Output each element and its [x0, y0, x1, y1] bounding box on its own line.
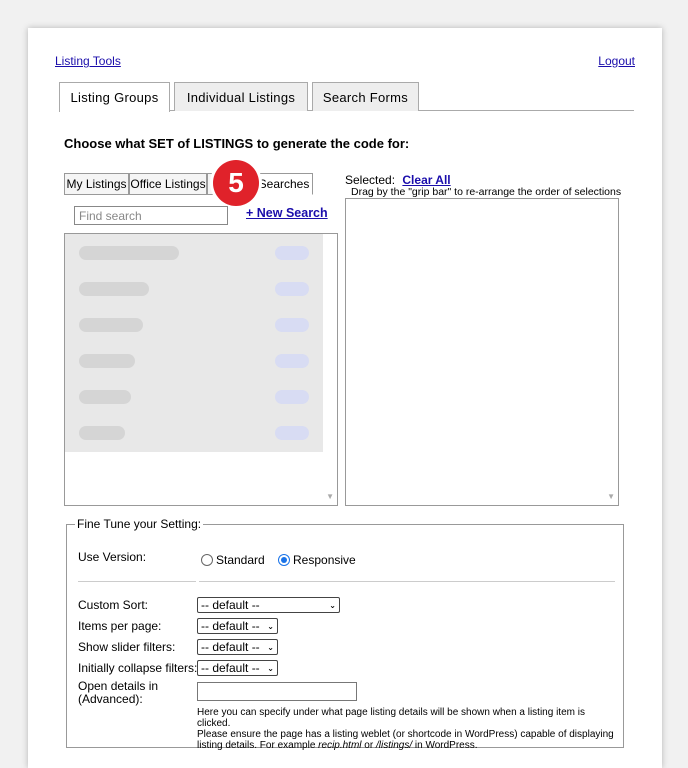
fine-tune-fieldset: Fine Tune your Setting: Use Version: Sta…: [66, 517, 624, 751]
tab-searches[interactable]: Searches: [255, 173, 313, 195]
standard-label: Standard: [216, 553, 265, 567]
radio-circle-icon: [201, 554, 213, 566]
tab-office-listings[interactable]: Office Listings: [129, 173, 207, 195]
list-item-badge: [275, 282, 309, 296]
divider: [199, 581, 615, 582]
searches-list[interactable]: ▼: [64, 233, 338, 506]
open-details-help: Here you can specify under what page lis…: [197, 707, 617, 751]
standard-radio[interactable]: Standard: [201, 553, 265, 567]
page-heading: Choose what SET of LISTINGS to generate …: [64, 136, 410, 151]
new-search-link[interactable]: + New Search: [246, 206, 328, 220]
items-per-page-label: Items per page:: [78, 619, 162, 633]
responsive-radio[interactable]: Responsive: [278, 553, 356, 567]
logout-link[interactable]: Logout: [598, 54, 635, 68]
main-tabs: Listing Groups Individual Listings Searc…: [59, 82, 634, 112]
tab-individual-listings[interactable]: Individual Listings: [174, 82, 308, 111]
use-version-label: Use Version:: [78, 550, 147, 564]
list-item: [79, 390, 131, 404]
scroll-down-arrow-icon[interactable]: ▼: [607, 492, 615, 501]
items-per-page-select[interactable]: -- default -- ⌄: [197, 618, 278, 634]
show-slider-filters-select[interactable]: -- default -- ⌄: [197, 639, 278, 655]
list-item: [79, 318, 143, 332]
select-value: -- default --: [201, 598, 260, 612]
radio-checked-icon: [278, 554, 290, 566]
chevron-down-icon: ⌄: [267, 621, 274, 631]
chevron-down-icon: ⌄: [329, 600, 336, 610]
select-value: -- default --: [201, 619, 260, 633]
list-item: [79, 246, 179, 260]
blurred-search-items: [65, 234, 323, 452]
drag-instructions: Drag by the "grip bar" to re-arrange the…: [351, 186, 622, 198]
open-details-input[interactable]: [197, 682, 357, 701]
select-value: -- default --: [201, 640, 260, 654]
list-item-badge: [275, 390, 309, 404]
selected-header: Selected: Clear All: [345, 173, 451, 187]
select-value: -- default --: [201, 661, 260, 675]
divider: [78, 581, 196, 582]
scroll-down-arrow-icon[interactable]: ▼: [326, 492, 334, 501]
chevron-down-icon: ⌄: [267, 663, 274, 673]
list-item-badge: [275, 354, 309, 368]
tab-listing-groups[interactable]: Listing Groups: [59, 82, 170, 112]
tab-search-forms[interactable]: Search Forms: [312, 82, 419, 111]
help-line: listing details. For example recip.html …: [197, 740, 478, 751]
collapse-filters-select[interactable]: -- default -- ⌄: [197, 660, 278, 676]
open-details-label: Open details in (Advanced):: [78, 680, 158, 706]
custom-sort-select[interactable]: -- default -- ⌄: [197, 597, 340, 613]
clear-all-link[interactable]: Clear All: [402, 173, 450, 187]
listing-tools-panel: Listing Tools Logout Listing Groups Indi…: [28, 28, 662, 768]
selected-listings-box[interactable]: ▼: [345, 198, 619, 506]
help-line: Here you can specify under what page lis…: [197, 707, 585, 729]
list-item: [79, 354, 135, 368]
listing-tools-link[interactable]: Listing Tools: [55, 54, 121, 68]
show-slider-filters-label: Show slider filters:: [78, 640, 176, 654]
fine-tune-legend: Fine Tune your Setting:: [75, 517, 204, 531]
list-item-badge: [275, 246, 309, 260]
open-details-label-line2: (Advanced):: [78, 692, 143, 706]
chevron-down-icon: ⌄: [267, 642, 274, 652]
list-item: [79, 426, 125, 440]
tab-my-listings[interactable]: My Listings: [64, 173, 129, 195]
custom-sort-label: Custom Sort:: [78, 598, 149, 612]
find-search-input[interactable]: [74, 206, 228, 225]
list-item: [79, 282, 149, 296]
help-line: Please ensure the page has a listing web…: [197, 729, 614, 740]
step-number-badge: 5: [213, 160, 259, 206]
responsive-label: Responsive: [293, 553, 356, 567]
selected-label: Selected:: [345, 173, 396, 187]
list-item-badge: [275, 426, 309, 440]
list-item-badge: [275, 318, 309, 332]
collapse-filters-label: Initially collapse filters:: [78, 661, 198, 675]
